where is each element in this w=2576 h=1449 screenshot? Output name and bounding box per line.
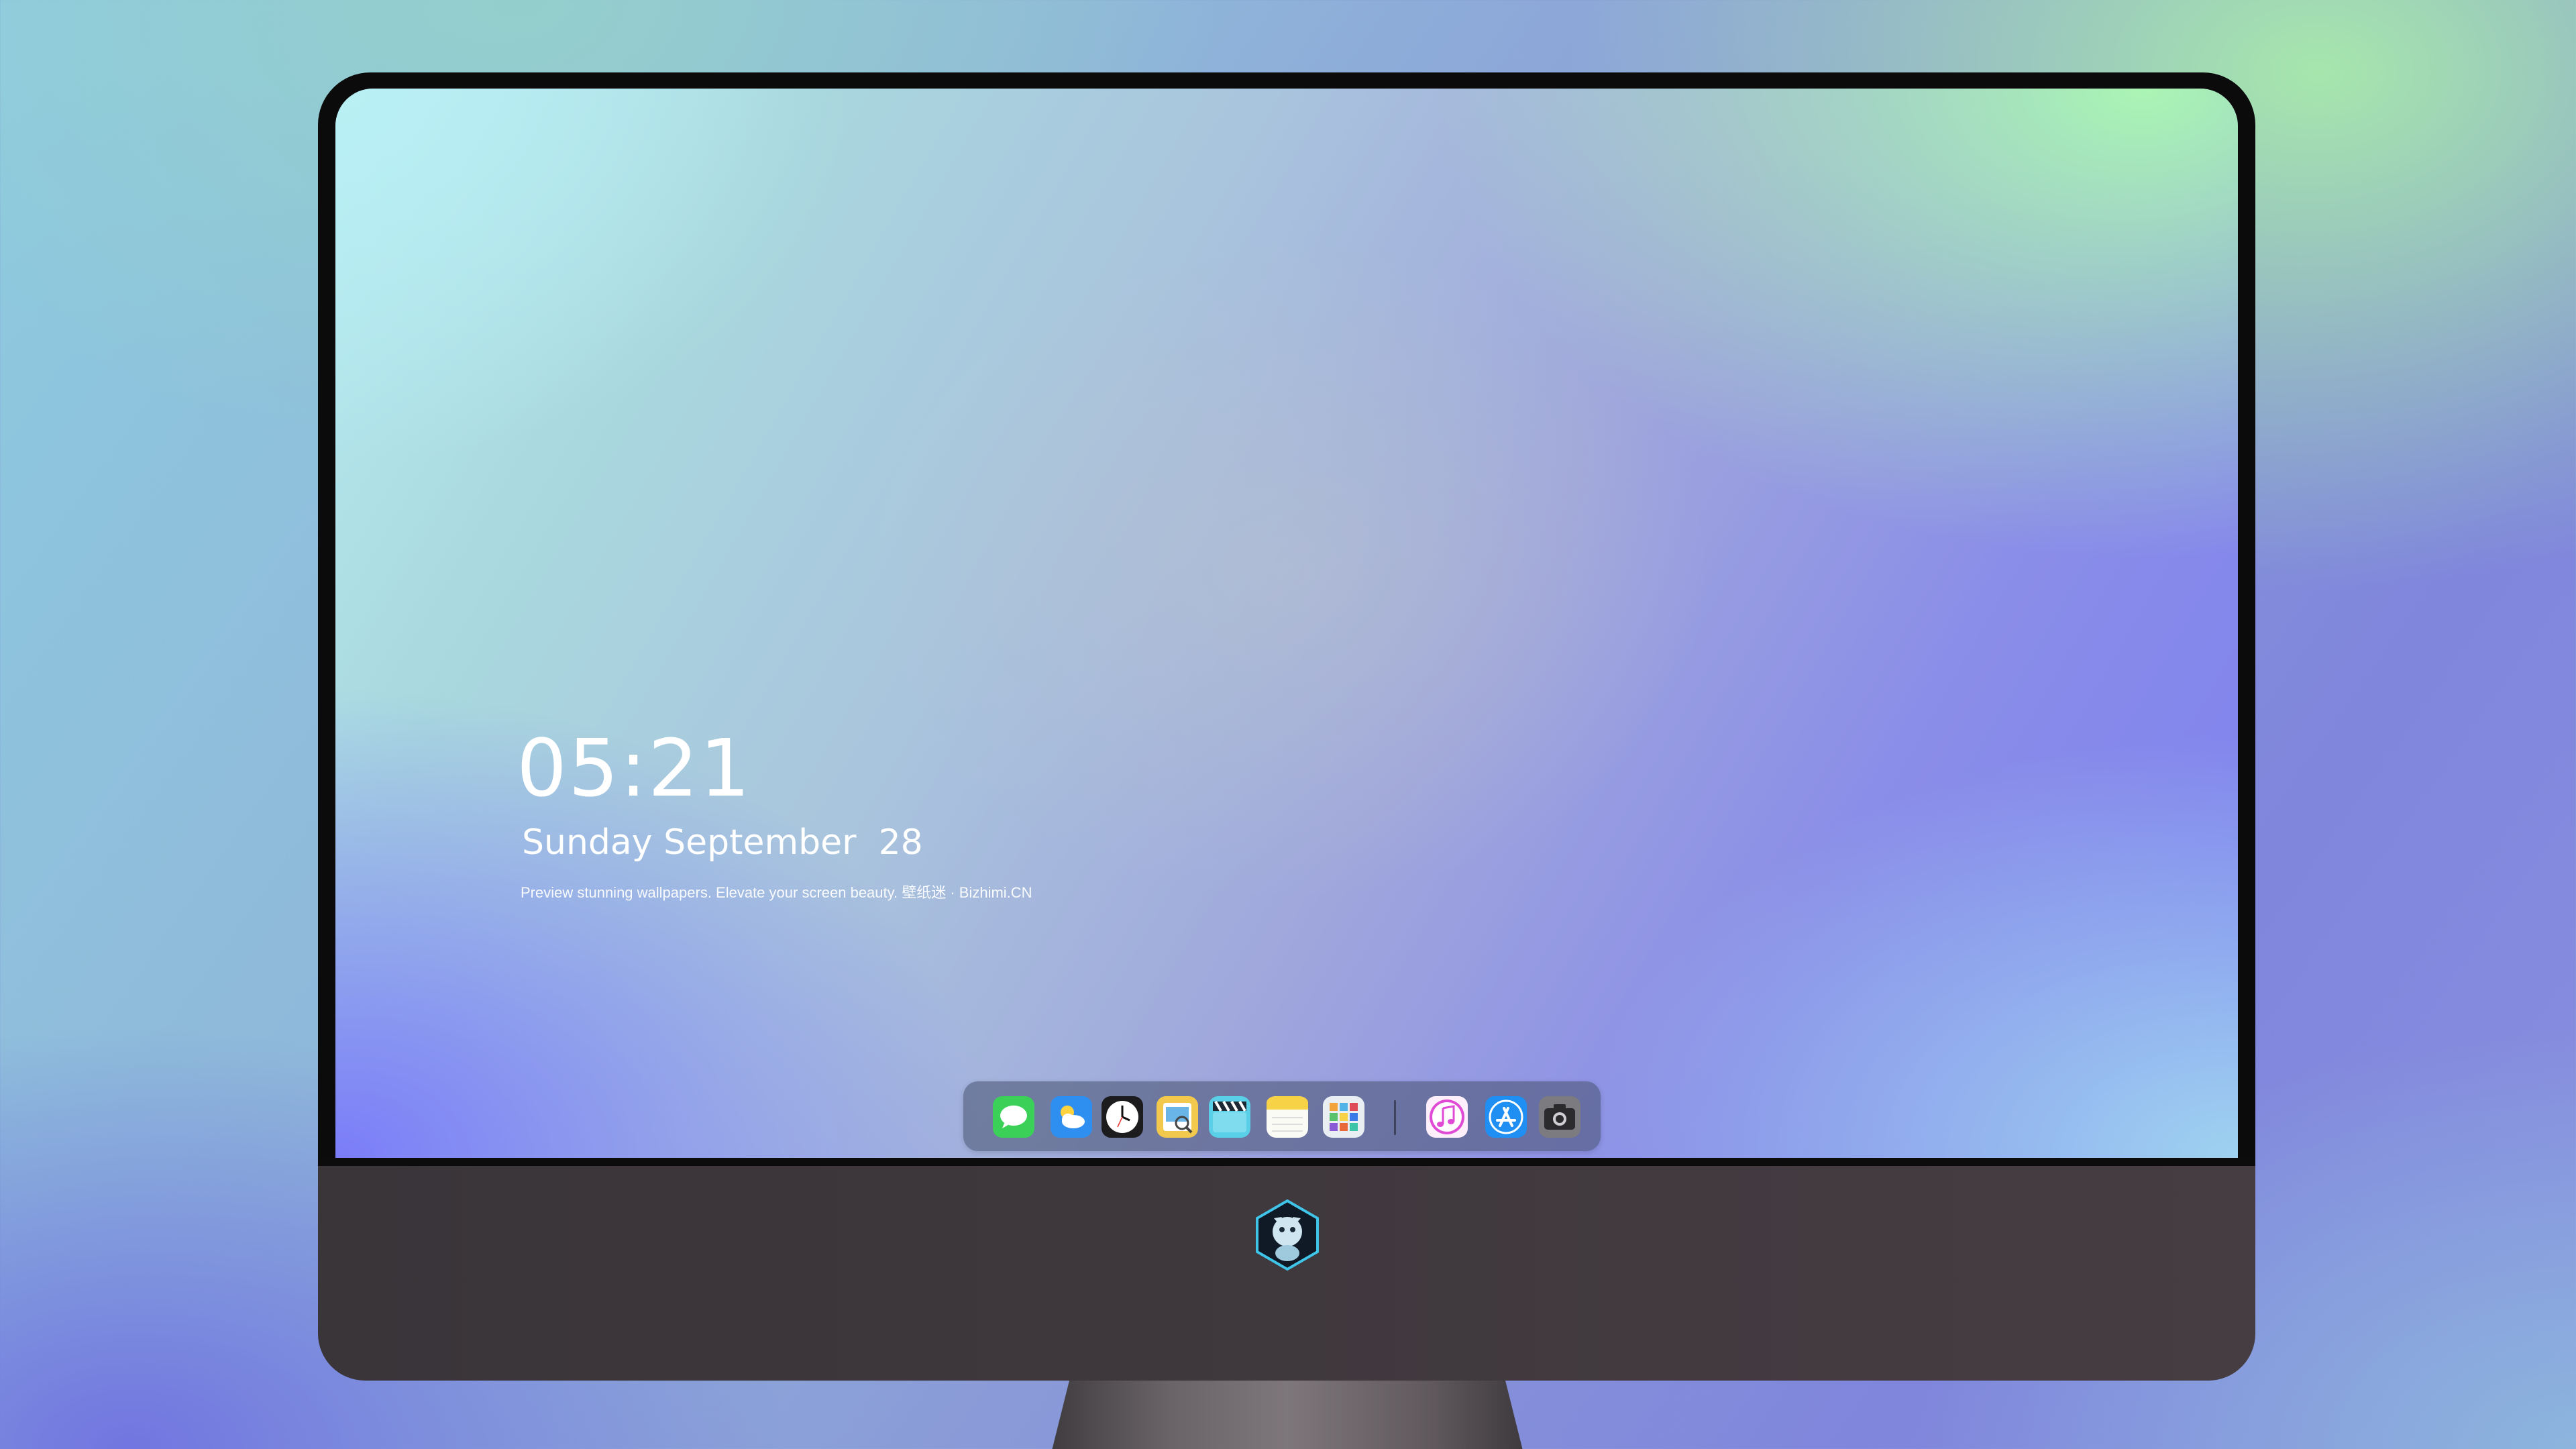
screen-wallpaper (335, 89, 2238, 1158)
preview-icon[interactable] (1157, 1096, 1198, 1138)
notes-icon[interactable] (1267, 1096, 1308, 1138)
lock-screen-date: Sunday September 28 (522, 822, 923, 863)
music-icon[interactable] (1426, 1096, 1468, 1138)
weather-icon[interactable] (1051, 1096, 1092, 1138)
clips-icon[interactable] (1209, 1096, 1250, 1138)
monitor-stand (1052, 1381, 1523, 1449)
dock (963, 1081, 1601, 1151)
lock-screen-time: 05:21 (517, 722, 752, 814)
app-store-icon[interactable] (1485, 1096, 1527, 1138)
wallpaper-caption: Preview stunning wallpapers. Elevate you… (521, 884, 1032, 901)
brand-logo-icon (1256, 1199, 1319, 1271)
camera-icon[interactable] (1539, 1096, 1580, 1138)
clock-icon[interactable] (1102, 1096, 1143, 1138)
screen (335, 89, 2238, 1158)
messages-icon[interactable] (993, 1096, 1034, 1138)
dock-separator (1394, 1100, 1396, 1135)
calendar-grid-icon[interactable] (1323, 1096, 1364, 1138)
